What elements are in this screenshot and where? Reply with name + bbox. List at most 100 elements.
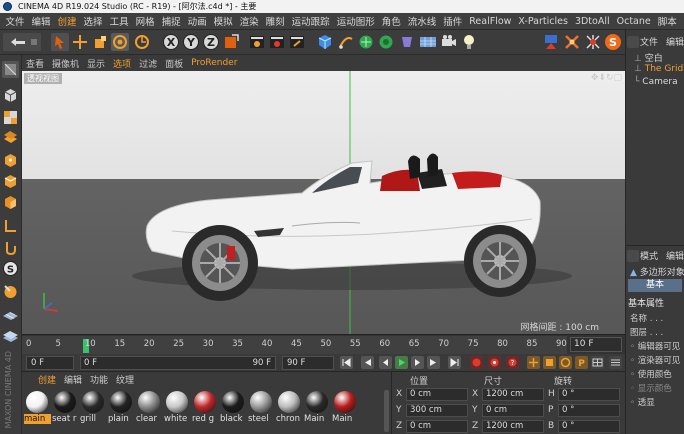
attribute-row[interactable]: ◦ 渲染器可见 xyxy=(630,354,680,366)
material-swatch[interactable]: seat r xyxy=(52,389,78,424)
edit-render-settings-icon[interactable] xyxy=(288,33,306,51)
attribute-row[interactable]: 名称 . . . xyxy=(630,312,663,324)
menu-item[interactable]: 模拟 xyxy=(210,14,236,28)
attribute-row[interactable]: ◦ 透显 xyxy=(630,396,655,408)
material-swatch[interactable]: main xyxy=(24,389,51,424)
attribute-menu-mode[interactable]: 模式 xyxy=(640,249,658,262)
texture-mode-icon[interactable] xyxy=(2,109,19,126)
material-swatch[interactable]: black xyxy=(220,389,246,424)
z-axis-icon[interactable]: Z xyxy=(202,33,220,51)
menu-item[interactable]: Octane xyxy=(613,16,654,27)
array-icon[interactable] xyxy=(377,33,395,51)
attribute-radio-icon[interactable]: ◦ xyxy=(630,384,638,394)
rotation-field[interactable]: 0 ° xyxy=(558,420,620,433)
y-axis-icon[interactable]: Y xyxy=(182,33,200,51)
render-picture-viewer-icon[interactable] xyxy=(268,33,286,51)
floor-icon[interactable] xyxy=(419,33,437,51)
position-field[interactable]: 0 cm xyxy=(406,388,468,401)
viewport-menu-item[interactable]: 面板 xyxy=(161,57,187,70)
material-swatch[interactable]: plain xyxy=(108,389,134,424)
preview-range-slider[interactable]: 0 F 90 F xyxy=(80,356,276,370)
material-menu-item[interactable]: 创建 xyxy=(34,373,60,386)
start-frame-field[interactable]: 0 F xyxy=(26,356,74,370)
pen-icon[interactable] xyxy=(337,33,355,51)
parameter-key-icon[interactable]: P xyxy=(575,356,588,369)
menu-item[interactable]: 脚本 xyxy=(654,14,680,28)
subdivision-icon[interactable] xyxy=(357,33,375,51)
camera-icon[interactable] xyxy=(440,33,458,51)
object-row-camera[interactable]: └ Camera xyxy=(634,77,678,87)
substance-icon[interactable]: S xyxy=(604,33,622,51)
menu-item[interactable]: 雕刻 xyxy=(262,14,288,28)
position-field[interactable]: 0 cm xyxy=(406,420,468,433)
rotation-field[interactable]: 0 ° xyxy=(558,404,620,417)
object-manager-tab-icon[interactable] xyxy=(627,36,639,48)
viewport-menu-item[interactable]: 显示 xyxy=(83,57,109,70)
octane-icon[interactable] xyxy=(584,33,602,51)
material-menu-item[interactable]: 功能 xyxy=(86,373,112,386)
object-row-null[interactable]: ⊥ 空白 xyxy=(634,51,663,64)
menu-item[interactable]: 创建 xyxy=(54,14,80,28)
cube-icon[interactable] xyxy=(316,33,334,51)
quantize-icon[interactable] xyxy=(2,283,19,300)
menu-item[interactable]: 插件 xyxy=(440,14,466,28)
attribute-radio-icon[interactable]: ◦ xyxy=(630,356,638,366)
menu-item[interactable]: 选择 xyxy=(80,14,106,28)
attribute-menu-edit[interactable]: 编辑 xyxy=(666,249,684,262)
menu-item[interactable]: 网格 xyxy=(132,14,158,28)
scale-icon[interactable] xyxy=(91,33,109,51)
attribute-radio-icon[interactable]: ◦ xyxy=(630,398,638,408)
material-swatch[interactable]: Main xyxy=(332,389,358,424)
coordinate-system-icon[interactable] xyxy=(222,33,240,51)
viewport-menu-item[interactable]: 过滤 xyxy=(135,57,161,70)
material-swatch[interactable]: grill xyxy=(80,389,106,424)
snap-icon[interactable]: S xyxy=(2,260,19,277)
menu-item[interactable]: 工具 xyxy=(106,14,132,28)
rotation-field[interactable]: 0 ° xyxy=(558,388,620,401)
go-to-end-icon[interactable] xyxy=(448,356,461,369)
point-level-animation-icon[interactable] xyxy=(591,356,604,369)
position-field[interactable]: 300 cm xyxy=(406,404,468,417)
size-field[interactable]: 0 cm xyxy=(482,404,544,417)
go-to-start-icon[interactable] xyxy=(340,356,353,369)
render-view-icon[interactable] xyxy=(248,33,266,51)
material-swatch[interactable]: red g xyxy=(192,389,218,424)
material-swatch[interactable]: clear xyxy=(136,389,162,424)
undo-icon[interactable] xyxy=(3,33,41,51)
keyframe-selection-icon[interactable]: ? xyxy=(506,356,519,369)
menu-item[interactable]: 动画 xyxy=(184,14,210,28)
enable-axis-icon[interactable] xyxy=(2,217,19,234)
timeline-ruler[interactable]: 0 5 10 15 20 25 30 35 40 45 50 55 60 65 70 75 80 85 90 xyxy=(22,336,567,354)
model-mode-icon[interactable] xyxy=(2,87,19,104)
rotation-key-icon[interactable] xyxy=(559,356,572,369)
material-swatch[interactable]: white xyxy=(164,389,190,424)
menu-item[interactable]: 角色 xyxy=(378,14,404,28)
material-scrollbar[interactable] xyxy=(384,390,389,432)
material-menu-item[interactable]: 编辑 xyxy=(60,373,86,386)
object-menu-file[interactable]: 文件 xyxy=(640,35,658,48)
make-editable-icon[interactable] xyxy=(2,61,19,78)
attribute-radio-icon[interactable]: ◦ xyxy=(630,370,638,380)
x-axis-icon[interactable]: X xyxy=(162,33,180,51)
next-key-icon[interactable] xyxy=(427,356,440,369)
attribute-row[interactable]: 图层 . . . xyxy=(630,326,663,338)
tweak-mode-icon[interactable] xyxy=(2,239,19,256)
menu-item[interactable]: 文件 xyxy=(2,14,28,28)
position-key-icon[interactable] xyxy=(527,356,540,369)
attribute-row[interactable]: ◦ 显示颜色 xyxy=(630,382,672,394)
menu-item[interactable]: RealFlow xyxy=(466,16,515,27)
mograph-icon[interactable] xyxy=(542,33,560,51)
scale-key-icon[interactable] xyxy=(543,356,556,369)
menu-item[interactable]: 运动图形 xyxy=(333,14,378,28)
timeline[interactable]: 0 5 10 15 20 25 30 35 40 45 50 55 60 65 70 75 80 85 90 10 … xyxy=(22,334,625,354)
current-frame-field[interactable]: 10 F xyxy=(570,337,622,352)
tab-basic[interactable]: 基本 xyxy=(628,279,682,292)
attribute-row[interactable]: ◦ 编辑器可见 xyxy=(630,340,680,352)
viewport-menu-item[interactable]: 摄像机 xyxy=(48,57,83,70)
menu-item[interactable]: 编辑 xyxy=(28,14,54,28)
end-frame-field[interactable]: 90 F xyxy=(282,356,334,370)
next-frame-icon[interactable] xyxy=(411,356,424,369)
material-swatch[interactable]: steel xyxy=(248,389,274,424)
polygons-mode-icon[interactable] xyxy=(2,194,19,211)
attribute-radio-icon[interactable]: ◦ xyxy=(630,342,638,352)
